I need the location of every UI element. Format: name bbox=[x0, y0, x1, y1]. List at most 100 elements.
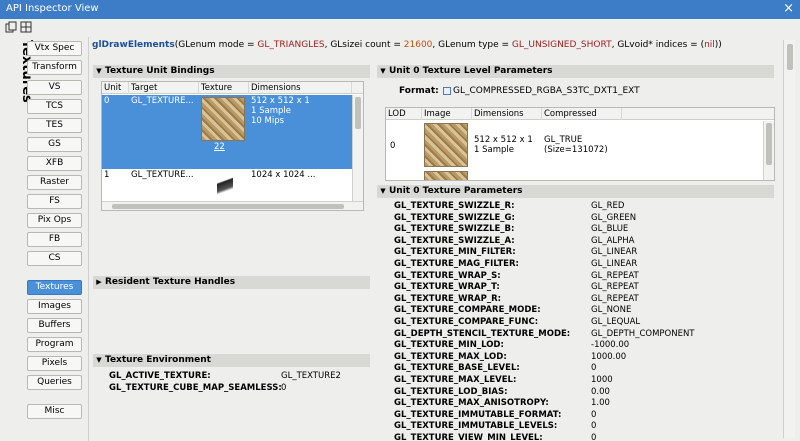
section-tex-params-header[interactable]: ▼ Unit 0 Texture Parameters bbox=[377, 185, 774, 198]
tex-param-row: GL_TEXTURE_SWIZZLE_A: GL_ALPHA bbox=[394, 236, 774, 247]
nav-pix-ops-button[interactable]: Pix Ops bbox=[27, 213, 82, 228]
texture-thumbnail[interactable] bbox=[201, 97, 245, 141]
tex-param-row: GL_TEXTURE_COMPARE_FUNC: GL_LEQUAL bbox=[394, 317, 774, 328]
nav-gs-button[interactable]: GS bbox=[27, 137, 82, 152]
section-level-params-header[interactable]: ▼ Unit 0 Texture Level Parameters bbox=[377, 65, 774, 78]
tex-param-value: GL_NONE bbox=[591, 305, 632, 316]
table-header: LOD Image Dimensions Compressed bbox=[386, 108, 774, 120]
section-level-params-title: Unit 0 Texture Level Parameters bbox=[389, 66, 553, 76]
section-unit-bindings-header[interactable]: ▼ Texture Unit Bindings bbox=[93, 65, 370, 78]
tex-param-key: GL_TEXTURE_IMMUTABLE_LEVELS: bbox=[394, 421, 558, 432]
collapse-arrow-icon: ▼ bbox=[96, 67, 102, 75]
tex-param-key: GL_TEXTURE_SWIZZLE_B: bbox=[394, 224, 515, 235]
level-image-thumbnail[interactable] bbox=[424, 171, 468, 180]
section-tex-params-title: Unit 0 Texture Parameters bbox=[389, 186, 523, 196]
col-lod[interactable]: LOD bbox=[386, 108, 422, 120]
nav-cs-button[interactable]: CS bbox=[27, 251, 82, 266]
nav-buffers-button[interactable]: Buffers bbox=[27, 318, 82, 333]
tex-param-row: GL_TEXTURE_MAG_FILTER: GL_LINEAR bbox=[394, 259, 774, 270]
format-checkbox[interactable] bbox=[443, 87, 451, 95]
tex-param-value: GL_ALPHA bbox=[591, 235, 635, 246]
tex-param-value: -1000.00 bbox=[591, 340, 630, 351]
col-target[interactable]: Target bbox=[129, 82, 199, 94]
tex-param-value: 1000.00 bbox=[591, 351, 627, 362]
tex-param-value: 0 bbox=[591, 409, 597, 420]
tex-param-key: GL_TEXTURE_LOD_BIAS: bbox=[394, 386, 508, 397]
level-dim1: 512 x 512 x 1 bbox=[474, 135, 533, 145]
scrollbar-thumb[interactable] bbox=[766, 123, 772, 165]
env-row: GL_TEXTURE_CUBE_MAP_SEAMLESS: 0 bbox=[109, 383, 369, 394]
tex-param-value: GL_LINEAR bbox=[591, 247, 638, 258]
tex-param-key: GL_TEXTURE_COMPARE_MODE: bbox=[394, 305, 541, 316]
lod-value: 0 bbox=[390, 141, 396, 151]
tex-param-key: GL_TEXTURE_BASE_LEVEL: bbox=[394, 363, 520, 374]
texture-thumbnail-dark[interactable] bbox=[217, 174, 233, 198]
scrollbar-thumb[interactable] bbox=[112, 204, 344, 209]
level-dim2: 1 Sample bbox=[474, 145, 514, 155]
nav-transform-button[interactable]: Transform bbox=[27, 60, 82, 75]
tex-param-value: 1000 bbox=[591, 375, 613, 385]
param-1-label: (GLenum mode = bbox=[174, 40, 258, 50]
row0-dim1: 512 x 512 x 1 bbox=[251, 96, 310, 106]
col-dimensions[interactable]: Dimensions bbox=[249, 82, 352, 94]
nav-queries-button[interactable]: Queries bbox=[27, 375, 82, 390]
nav-vs-button[interactable]: VS bbox=[27, 80, 82, 95]
col-compressed[interactable]: Compressed bbox=[542, 108, 622, 120]
nav-pixels-button[interactable]: Pixels bbox=[27, 356, 82, 371]
close-icon[interactable]: × bbox=[783, 1, 794, 17]
compressed-size: (Size=131072) bbox=[544, 145, 608, 155]
tex-param-row: GL_DEPTH_STENCIL_TEXTURE_MODE: GL_DEPTH_C… bbox=[394, 329, 774, 340]
function-name: glDrawElements bbox=[92, 40, 175, 50]
env-key: GL_TEXTURE_CUBE_MAP_SEAMLESS: bbox=[109, 383, 282, 393]
tex-param-row: GL_TEXTURE_SWIZZLE_B: GL_BLUE bbox=[394, 224, 774, 235]
tex-param-value: 0.00 bbox=[591, 386, 610, 397]
vertical-tab-title: Textures bbox=[3, 40, 34, 103]
col-image[interactable]: Image bbox=[422, 108, 472, 120]
param-2-label: , GLsizei count = bbox=[324, 40, 404, 50]
vertical-scrollbar[interactable] bbox=[352, 95, 363, 201]
vertical-scrollbar[interactable] bbox=[763, 121, 774, 180]
scrollbar-thumb[interactable] bbox=[355, 97, 361, 129]
nav-tcs-button[interactable]: TCS bbox=[27, 99, 82, 114]
nav-tes-button[interactable]: TES bbox=[27, 118, 82, 133]
nav-vtx-spec-button[interactable]: Vtx Spec bbox=[27, 41, 82, 56]
env-value: GL_TEXTURE2 bbox=[281, 371, 341, 381]
col-texture[interactable]: Texture bbox=[199, 82, 249, 94]
tex-param-key: GL_TEXTURE_MIN_LOD: bbox=[394, 340, 504, 351]
tex-param-key: GL_TEXTURE_VIEW_MIN_LEVEL: bbox=[394, 433, 543, 441]
tex-param-value: 0 bbox=[591, 363, 597, 374]
tex-param-row: GL_TEXTURE_IMMUTABLE_LEVELS: 0 bbox=[394, 421, 774, 432]
tex-param-value: 0 bbox=[591, 421, 597, 432]
col-dimensions[interactable]: Dimensions bbox=[472, 108, 542, 120]
restore-icon[interactable] bbox=[20, 21, 32, 33]
nav-images-button[interactable]: Images bbox=[27, 299, 82, 314]
tex-param-value: GL_LEQUAL bbox=[591, 317, 641, 327]
tex-param-key: GL_TEXTURE_WRAP_S: bbox=[394, 270, 501, 281]
col-unit[interactable]: Unit bbox=[102, 82, 129, 94]
scrollbar-thumb[interactable] bbox=[787, 44, 793, 70]
row0-texture-link[interactable]: 22 bbox=[212, 142, 225, 152]
tex-param-key: GL_TEXTURE_COMPARE_FUNC: bbox=[394, 317, 539, 327]
tex-param-row: GL_TEXTURE_LOD_BIAS: 0.00 bbox=[394, 387, 774, 398]
nav-raster-button[interactable]: Raster bbox=[27, 175, 82, 190]
main-vertical-scrollbar[interactable] bbox=[783, 40, 795, 438]
level-image-thumbnail[interactable] bbox=[424, 123, 468, 167]
nav-fb-button[interactable]: FB bbox=[27, 232, 82, 247]
tex-param-row: GL_TEXTURE_WRAP_S: GL_REPEAT bbox=[394, 271, 774, 282]
nav-xfb-button[interactable]: XFB bbox=[27, 156, 82, 171]
section-resident-header[interactable]: ▶ Resident Texture Handles bbox=[93, 276, 370, 289]
env-row: GL_ACTIVE_TEXTURE: GL_TEXTURE2 bbox=[109, 371, 369, 382]
nav-fs-button[interactable]: FS bbox=[27, 194, 82, 209]
nav-misc-button[interactable]: Misc bbox=[27, 404, 82, 419]
section-environment-header[interactable]: ▼ Texture Environment bbox=[93, 354, 370, 367]
table-header: Unit Target Texture Dimensions bbox=[102, 82, 363, 94]
tex-param-row: GL_TEXTURE_SWIZZLE_R: GL_RED bbox=[394, 201, 774, 212]
section-environment-title: Texture Environment bbox=[105, 355, 211, 365]
draw-call-line: glDrawElements(GLenum mode = GL_TRIANGLE… bbox=[92, 40, 722, 50]
collapse-arrow-icon: ▼ bbox=[380, 187, 386, 195]
row1-unit: 1 bbox=[104, 170, 110, 180]
nav-program-button[interactable]: Program bbox=[27, 337, 82, 352]
nav-textures-button[interactable]: Textures bbox=[27, 280, 82, 295]
horizontal-scrollbar[interactable] bbox=[102, 201, 363, 210]
copy-icon[interactable] bbox=[5, 21, 17, 33]
